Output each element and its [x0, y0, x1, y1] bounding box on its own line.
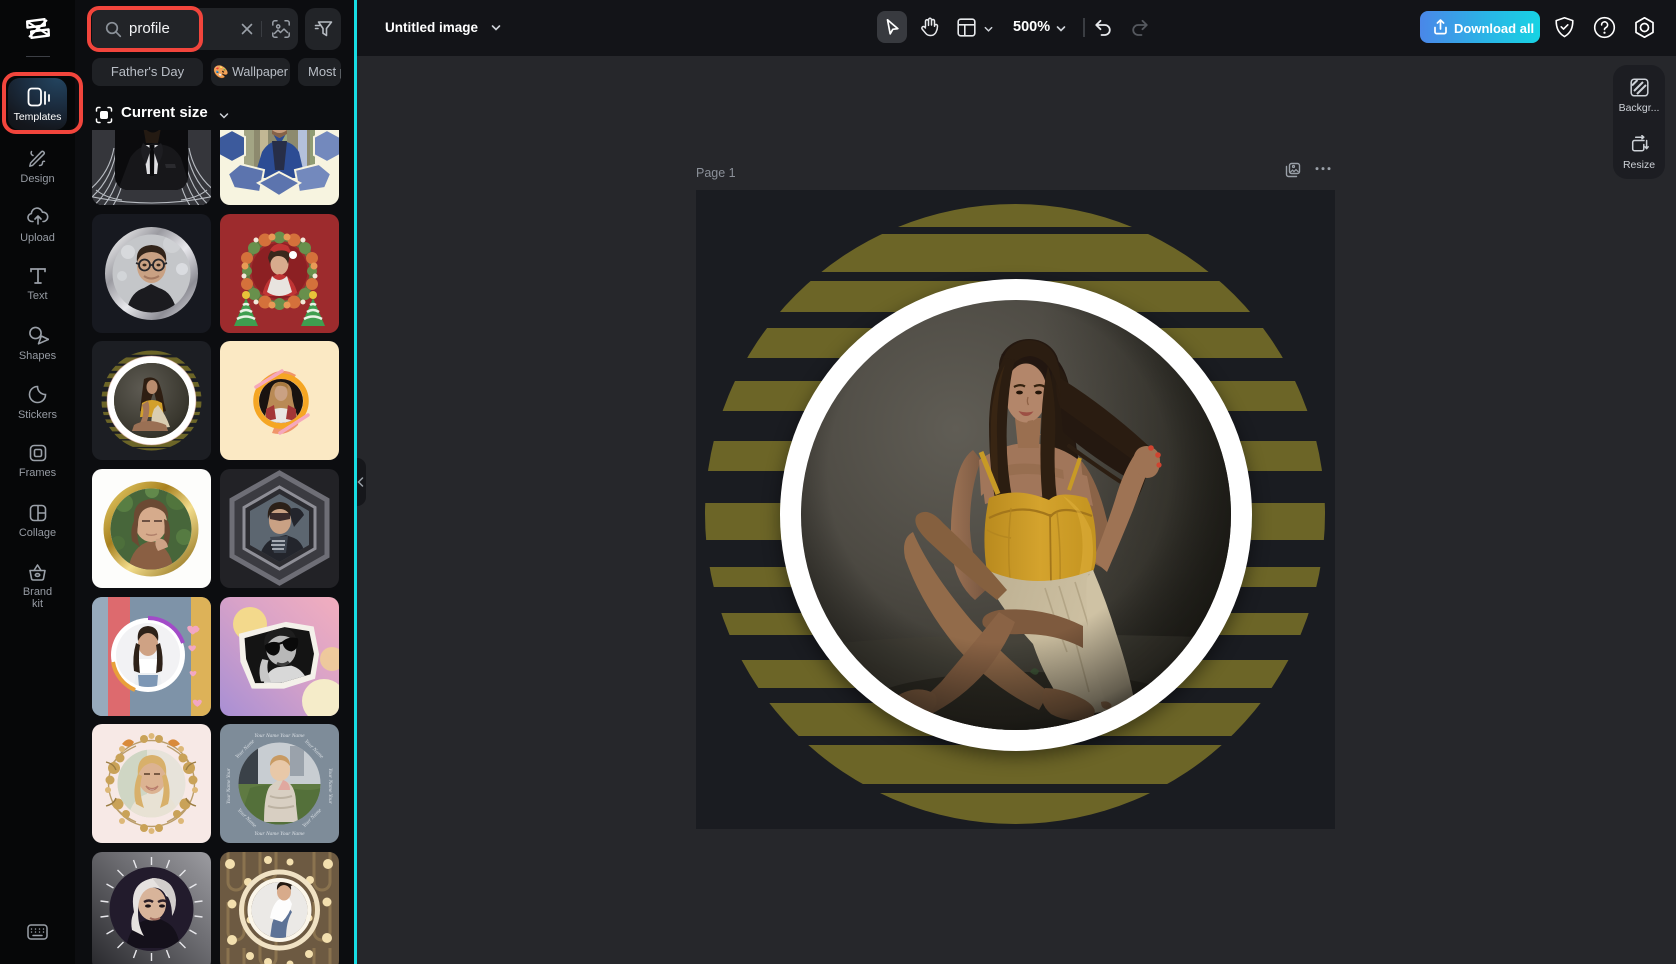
svg-text:Your Name Your: Your Name Your [226, 767, 232, 804]
svg-text:Your Name Your Name: Your Name Your Name [254, 733, 305, 739]
svg-text:Your Name Your Name: Your Name Your Name [254, 831, 305, 837]
svg-text:Your Name Your: Your Name Your [327, 768, 333, 805]
